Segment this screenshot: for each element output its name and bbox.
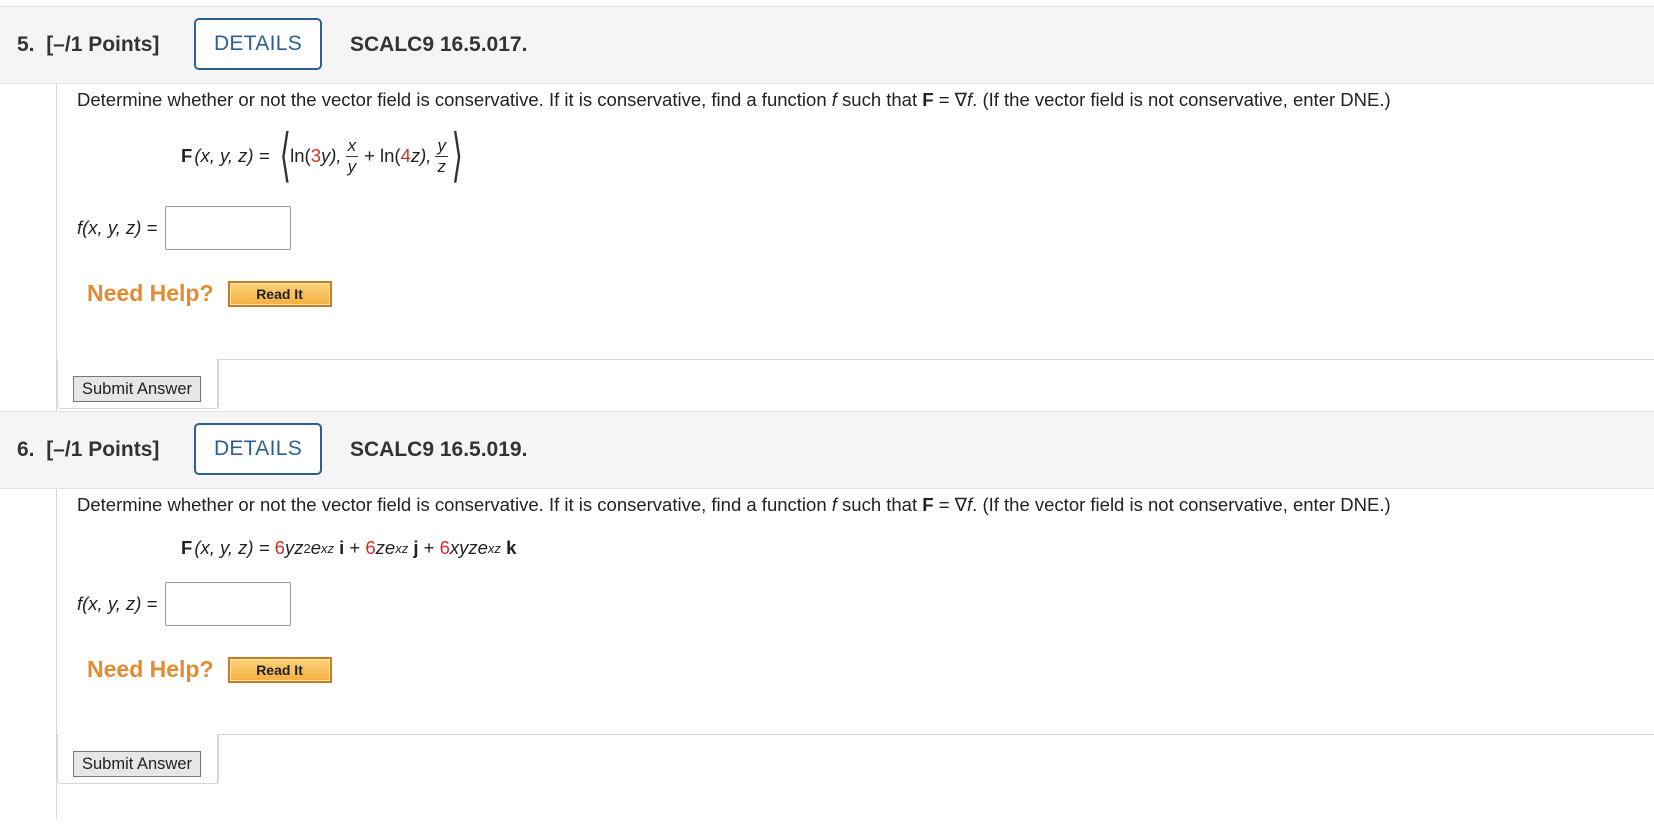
answer-label: f(x, y, z) =	[77, 593, 158, 614]
question-6-code: SCALC9 16.5.019.	[350, 438, 528, 461]
question-6-prompt: Determine whether or not the vector fiel…	[77, 494, 1391, 515]
question-6-header: 6. [–/1 Points] DETAILS SCALC9 16.5.019.	[0, 411, 1654, 489]
question-6-help: Need Help? Read It	[87, 656, 332, 683]
need-help-label: Need Help?	[87, 280, 214, 306]
question-6-body: Determine whether or not the vector fiel…	[56, 489, 1654, 819]
question-6-number: 6. [–/1 Points]	[17, 438, 160, 461]
question-5-header: 5. [–/1 Points] DETAILS SCALC9 16.5.017.	[0, 6, 1654, 84]
fraction-y-over-z: y z	[435, 135, 448, 176]
question-5-code: SCALC9 16.5.017.	[350, 33, 528, 56]
question-5-prompt: Determine whether or not the vector fiel…	[77, 89, 1391, 110]
details-button[interactable]: DETAILS	[194, 18, 322, 70]
question-6-result-area	[217, 734, 1654, 784]
need-help-label: Need Help?	[87, 656, 214, 682]
fraction-x-over-y: x y	[345, 135, 359, 176]
answer-label: f(x, y, z) =	[77, 217, 158, 238]
question-5-body: Determine whether or not the vector fiel…	[56, 84, 1654, 414]
submit-answer-button[interactable]: Submit Answer	[73, 376, 201, 402]
answer-input[interactable]	[165, 206, 292, 250]
question-5-formula: F (x, y, z) = ⟨ ln(3 y), x y + ln(4 z), y …	[181, 123, 463, 188]
submit-answer-button[interactable]: Submit Answer	[73, 751, 201, 777]
question-5-number: 5. [–/1 Points]	[17, 33, 160, 56]
question-6-formula: F (x, y, z) = 6 yz 2 e xz i + 6 ze xz j + 6 xyz…	[181, 537, 517, 558]
answer-input[interactable]	[165, 582, 292, 626]
question-5-help: Need Help? Read It	[87, 280, 332, 307]
read-it-button[interactable]: Read It	[227, 656, 332, 683]
read-it-button[interactable]: Read It	[227, 280, 332, 307]
question-6-answer-row: f(x, y, z) =	[77, 582, 292, 626]
details-button[interactable]: DETAILS	[194, 423, 322, 475]
question-5-result-area	[217, 359, 1654, 409]
question-5-answer-row: f(x, y, z) =	[77, 206, 292, 250]
